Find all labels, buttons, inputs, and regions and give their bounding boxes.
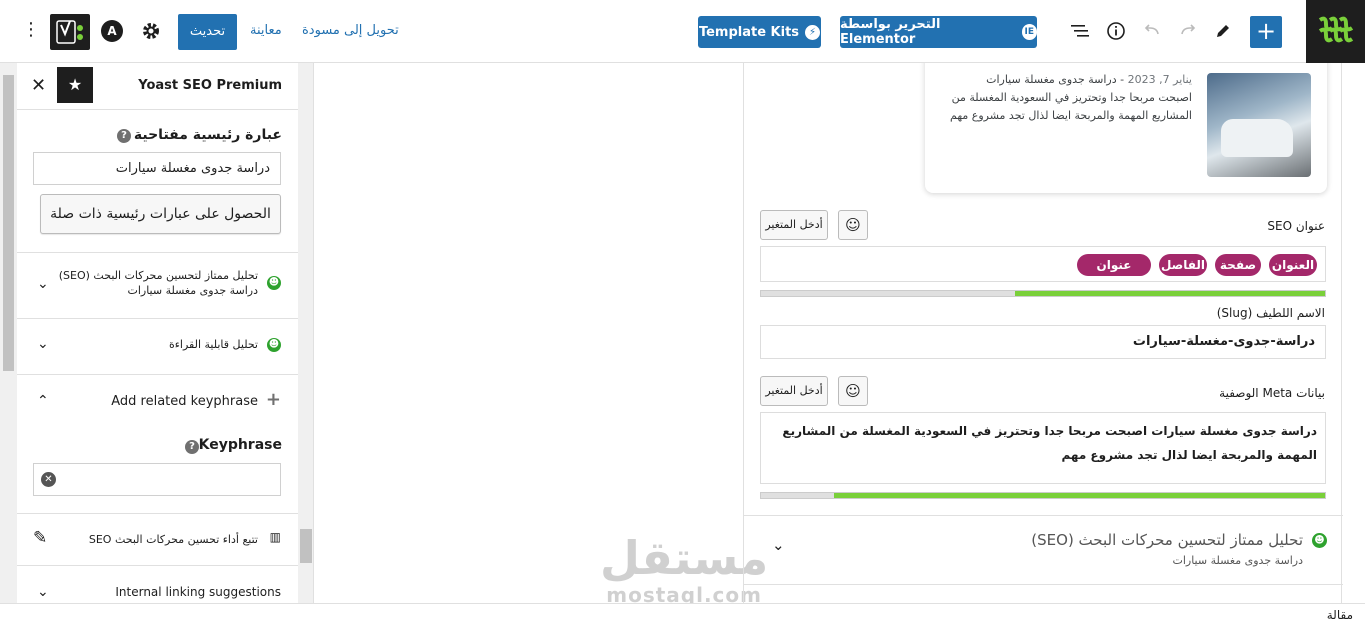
readability-accordion[interactable]: ☻ تحليل قابلية القراءة ⌄ [17,318,298,374]
preview-title: دراسة جدوى مغسلة سيارات [986,73,1117,86]
top-toolbar: + التحرير بواسطة Elementor IE Template K… [0,0,1365,63]
editor-footer: مقالة [0,603,1365,627]
star-icon[interactable]: ★ [57,67,93,103]
panel-scroll-thumb[interactable] [300,529,312,563]
options-menu-icon[interactable]: ⋮ [22,21,40,39]
info-icon[interactable] [1105,20,1127,42]
chart-icon: ▥ [269,530,281,544]
good-smiley-icon: ☻ [267,276,281,290]
seo-title-field[interactable]: العنوان صفحة الفاصل عنوان الموقع [760,246,1326,294]
close-icon[interactable]: ✕ [31,75,46,96]
seo-title-progress [760,290,1326,297]
meta-description-label: بيانات Meta الوصفية [1219,386,1325,400]
meta-description-progress [760,492,1326,499]
seo-analysis-sub: دراسة جدوى مغسلة سيارات [127,284,258,297]
elementor-icon: IE [1021,24,1037,40]
update-button[interactable]: تحديث [178,14,237,50]
pill-separator[interactable]: الفاصل [1159,254,1207,276]
pill-title[interactable]: العنوان [1269,254,1317,276]
yoast-metabox: يناير 7, 2023 - دراسة جدوى مغسلة سيارات … [743,63,1343,603]
emoji-button[interactable]: ☺ [838,376,868,406]
gear-icon[interactable] [141,21,161,45]
preview-thumbnail [1207,73,1311,177]
add-related-keyphrase-label[interactable]: Add related keyphrase [111,394,258,409]
chevron-down-icon[interactable]: ⌄ [37,276,49,292]
edit-with-elementor-button[interactable]: التحرير بواسطة Elementor IE [840,16,1037,48]
pencil-icon[interactable] [1212,20,1234,42]
preview-link[interactable]: معاينة [250,23,282,38]
slug-input[interactable]: دراسة-جدوى-مغسلة-سيارات [760,325,1326,359]
elementor-edit-label: التحرير بواسطة Elementor [840,17,941,47]
focus-keyphrase-input[interactable]: دراسة جدوى مغسلة سيارات [33,152,281,185]
get-related-keyphrases-button[interactable]: الحصول على عبارات رئيسية ذات صلة [40,194,281,234]
slug-label: الاسم اللطيف (Slug) [1216,306,1325,320]
sidebar-header: Yoast SEO Premium ★ ✕ [17,63,298,110]
car-image [1221,119,1293,157]
redo-icon[interactable] [1177,20,1199,42]
yoast-icon [56,20,83,44]
switch-to-draft-link[interactable]: تحويل إلى مسودة [302,23,399,38]
preview-separator: - [1120,73,1125,86]
seo-analysis-sub-main: دراسة جدوى مغسلة سيارات [1172,554,1303,567]
sidebar-scrollbar[interactable] [0,63,17,603]
related-keyphrase-input[interactable] [33,463,281,496]
template-kits-label: Template Kits [698,24,800,40]
help-icon[interactable]: ? [117,129,131,143]
seo-analysis-title: تحليل ممتاز لتحسين محركات البحث (SEO) [58,269,258,282]
seo-analysis-accordion[interactable]: ☻ تحليل ممتاز لتحسين محركات البحث (SEO) … [17,252,298,318]
bolt-icon: ⚡ [805,24,821,40]
seo-analysis-accordion-main[interactable]: ☻ تحليل ممتاز لتحسين محركات البحث (SEO) … [744,515,1343,585]
clear-icon[interactable]: ✕ [41,472,56,487]
preview-description: اصبحت مربحا جدا وتحتريز في السعودية المغ… [950,91,1192,122]
focus-keyphrase-heading: عبارة رئيسية مفتاحية [133,127,282,143]
insert-variable-button[interactable]: أدخل المتغير [760,376,828,406]
preview-date: يناير 7, 2023 [1127,73,1192,86]
pill-page[interactable]: صفحة [1215,254,1261,276]
plus-icon[interactable]: + [266,389,281,410]
keyphrase-heading: Keyphrase [198,437,282,453]
template-kits-button[interactable]: Template Kits ⚡ [698,16,821,48]
good-smiley-icon: ☻ [1312,533,1327,548]
preview-snippet: يناير 7, 2023 - دراسة جدوى مغسلة سيارات … [942,71,1192,125]
meta-description-input[interactable]: دراسة جدوى مغسلة سيارات اصبحت مربحا جدا … [760,412,1326,484]
post-type-breadcrumb[interactable]: مقالة [1327,608,1353,622]
sidebar-scroll-thumb[interactable] [3,75,14,371]
meta-description-progress-fill [834,493,1325,498]
yoast-sidebar: Yoast SEO Premium ★ ✕ عبارة رئيسية مفتاح… [0,63,314,603]
editor-canvas: مستقل mostaql.com يناير 7, 2023 - دراسة … [315,63,1365,603]
track-seo-row[interactable]: ▥ تتبع أداء تحسين محركات البحث SEO ✎ [17,513,298,565]
yoast-sidebar-button[interactable] [50,14,90,50]
seo-analysis-label: تحليل ممتاز لتحسين محركات البحث (SEO) در… [58,268,258,298]
chevron-up-icon[interactable]: ⌃ [37,393,49,409]
add-block-button[interactable]: + [1250,16,1282,48]
track-seo-label: تتبع أداء تحسين محركات البحث SEO [88,533,258,546]
list-view-icon[interactable] [1069,20,1091,42]
seo-title-progress-fill [1014,291,1325,296]
google-preview-card: يناير 7, 2023 - دراسة جدوى مغسلة سيارات … [925,63,1327,193]
pill-site-title[interactable]: عنوان الموقع [1077,254,1151,294]
logo-icon [1318,16,1354,43]
yoast-panel: Yoast SEO Premium ★ ✕ عبارة رئيسية مفتاح… [17,63,298,603]
seo-title-label: عنوان SEO [1267,219,1325,233]
emoji-button[interactable]: ☺ [838,210,868,240]
seo-analysis-title-main: تحليل ممتاز لتحسين محركات البحث (SEO) [1031,531,1303,549]
readability-label: تحليل قابلية القراءة [168,338,258,351]
undo-icon[interactable] [1141,20,1163,42]
elementor-logo[interactable] [1306,0,1365,63]
internal-linking-label: Internal linking suggestions [115,585,281,599]
edit-icon[interactable]: ✎ [33,528,47,548]
insert-variable-button[interactable]: أدخل المتغير [760,210,828,240]
internal-linking-accordion[interactable]: Internal linking suggestions ⌄ [17,565,298,603]
chevron-down-icon[interactable]: ⌄ [37,584,49,600]
good-smiley-icon: ☻ [267,338,281,352]
panel-scrollbar[interactable] [298,63,313,603]
related-keyphrase-section: + Add related keyphrase ⌃ Keyphrase ? ✕ [17,374,298,513]
sidebar-title: Yoast SEO Premium [138,78,282,93]
chevron-down-icon[interactable]: ⌄ [772,536,785,554]
help-icon[interactable]: ? [185,440,199,454]
chevron-down-icon[interactable]: ⌄ [37,336,49,352]
astra-icon[interactable]: A [101,20,123,42]
